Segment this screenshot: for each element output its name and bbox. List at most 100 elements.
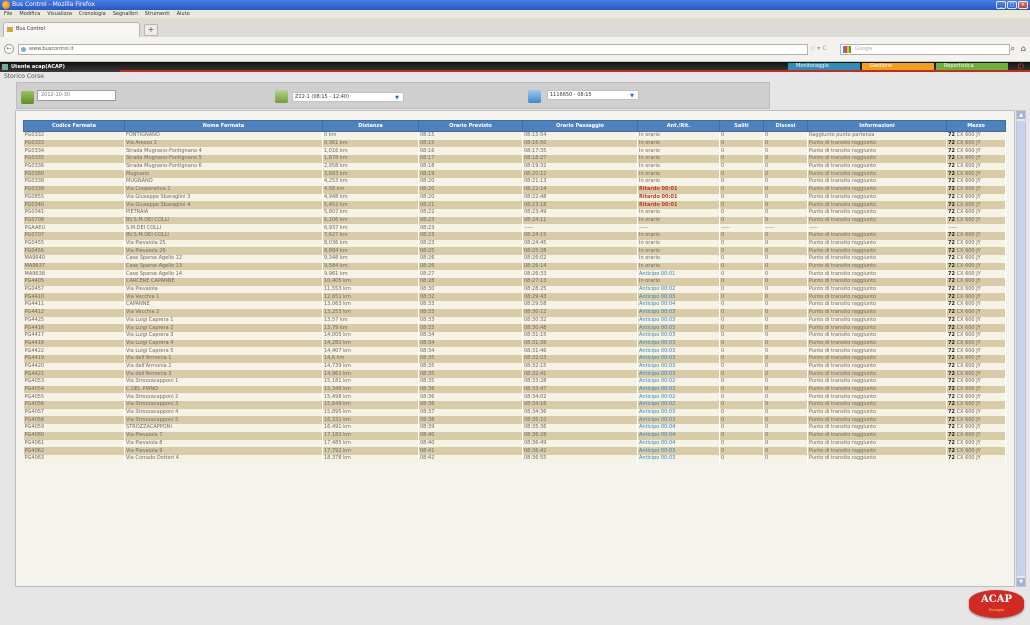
menu-visualizza[interactable]: Visualizza: [47, 10, 72, 18]
table-row[interactable]: PG0708 BV.S.M.DEI COLLI 6,206 km 08:23 08:24…: [23, 216, 1006, 225]
alighted-cell: 0: [763, 385, 808, 394]
table-row[interactable]: PGAAEU S.M.DEI COLLI 6,937 km 08:23 ----- ---…: [23, 224, 1006, 232]
stop-code-cell: PG0334: [23, 147, 125, 156]
table-row[interactable]: PG0332 FONTIGNANO 0 km 08:15 08:15:54 In orar…: [23, 131, 1006, 140]
column-header[interactable]: Orario Passaggio: [522, 120, 638, 132]
trip-select[interactable]: 1116650 - 08:15 ▼: [547, 90, 639, 100]
table-row[interactable]: PG0340 Via Giuseppe Sbaraglini 4 5,452 km 0…: [23, 201, 1006, 209]
table-row[interactable]: PG4417 Via Luigi Caprera 3 14,005 km 08:34 0…: [23, 331, 1006, 340]
stop-code-cell: PG4060: [23, 431, 125, 440]
column-header[interactable]: Mezzo: [946, 120, 1006, 132]
url-bar[interactable]: www.buscontrol.it: [18, 44, 808, 55]
search-icon[interactable]: ⌕: [1010, 44, 1014, 54]
column-header[interactable]: Saliti: [719, 120, 764, 132]
table-row[interactable]: PG0335 Strada Mugnano-Fontignano 5 1,878 k…: [23, 155, 1006, 163]
browser-tab[interactable]: Bus Control: [3, 22, 140, 37]
new-tab-button[interactable]: +: [144, 24, 158, 36]
passage-time-cell: 08:32:15: [522, 362, 638, 371]
table-row[interactable]: MA9640 Case Sparse Agello 12 9,348 km 08:26…: [23, 255, 1006, 263]
table-row[interactable]: PG4422 Via Luigi Caprera 5 14,407 km 08:34 0…: [23, 347, 1006, 355]
table-row[interactable]: PG4405 CARCERE CAPANNE 10,405 km 08:28 08:27…: [23, 278, 1006, 286]
tab-monitoraggio[interactable]: Monitoraggio: [788, 63, 860, 70]
menu-file[interactable]: File: [4, 10, 12, 18]
passage-time-cell: 08:19:32: [522, 162, 638, 171]
table-row[interactable]: PG0338 MUGNANO 4,253 km 08:20 08:21:13 In ora…: [23, 178, 1006, 186]
table-row[interactable]: PG4056 Via Strozzacapponi 3 15,649 km 08:36…: [23, 401, 1006, 409]
column-header[interactable]: Codice Fermata: [23, 120, 125, 132]
table-row[interactable]: PG0336 Strada Mugnano-Fontignano 6 2,958 k…: [23, 162, 1006, 171]
menu-cronologia[interactable]: Cronologia: [79, 10, 106, 18]
vehicle-cell: 72 CX 600 JY: [946, 331, 1006, 340]
table-row[interactable]: PG4418 Via Luigi Caprera 4 14,282 km 08:34 0…: [23, 339, 1006, 348]
table-row[interactable]: PG4419 Via dell'Armonia 1 14,6 km 08:35 08:3…: [23, 354, 1006, 363]
chevron-down-icon[interactable]: ▼: [395, 94, 399, 102]
scroll-thumb[interactable]: [1017, 121, 1025, 576]
table-row[interactable]: PG0456 Via Pievaiola 26 8,884 km 08:25 08:25…: [23, 247, 1006, 255]
table-row[interactable]: PG4057 Via Strozzacapponi 4 15,895 km 08:37…: [23, 408, 1006, 417]
table-row[interactable]: PG0333 Via Arezzo 2 0,361 km 08:15 08:16:50 I…: [23, 139, 1006, 148]
route-select[interactable]: Z12-1 (08:15 - 12:40) ▼: [292, 92, 404, 102]
vehicle-plate: CX 600 JY: [956, 347, 981, 354]
table-row[interactable]: MA9638 Case Sparse Agello 14 9,961 km 08:27…: [23, 270, 1006, 279]
table-row[interactable]: PG0707 BV.S.M.DEI COLLI 7,627 km 08:23 08:24…: [23, 231, 1006, 240]
table-row[interactable]: PG4062 Via Pievaiola 9 17,792 km 08:41 08:36…: [23, 447, 1006, 455]
vehicle-cell: 72 CX 600 JY: [946, 370, 1006, 378]
scroll-down-button[interactable]: ▼: [1017, 578, 1025, 586]
table-row[interactable]: MA9637 Case Sparse Agello 13 9,584 km 08:26…: [23, 262, 1006, 271]
menu-strumenti[interactable]: Strumenti: [145, 10, 170, 18]
table-scrollbar[interactable]: ▲ ▼: [1016, 110, 1026, 587]
table-row[interactable]: PG4054 C.DEL PIANO 15,348 km 08:36 08:33:47 A…: [23, 385, 1006, 394]
close-button[interactable]: ×: [1018, 1, 1028, 9]
table-row[interactable]: PG4411 CAPANNE 13,063 km 08:33 08:29:58 Antic…: [23, 301, 1006, 309]
table-row[interactable]: PG0341 PIETRAIA 5,807 km 08:22 08:23:49 In or…: [23, 208, 1006, 217]
date-field[interactable]: 2012-10-30: [37, 90, 116, 101]
menu-aiuto[interactable]: Aiuto: [177, 10, 190, 18]
table-row[interactable]: PG4055 Via Strozzacapponi 2 15,498 km 08:36…: [23, 393, 1006, 402]
table-row[interactable]: PG4416 Via Luigi Caprera 2 13,79 km 08:33 08…: [23, 324, 1006, 332]
table-row[interactable]: PG4058 Via Strozzacapponi 5 16,331 km 08:38…: [23, 416, 1006, 425]
passage-time-cell: 08:35:36: [522, 424, 638, 432]
column-header[interactable]: Distanza: [322, 120, 419, 132]
site-identity-icon[interactable]: [21, 47, 26, 52]
table-row[interactable]: PG0455 Via Pievaiola 25 8,036 km 08:23 08:24…: [23, 239, 1006, 248]
table-row[interactable]: PG4060 Via Pievaiola 7 17,182 km 08:40 08:36…: [23, 431, 1006, 440]
url-controls[interactable]: ☆ ▾ C: [810, 45, 826, 52]
tab-reportistica[interactable]: Reportistica: [936, 63, 1008, 70]
table-row[interactable]: PG4410 Via Vecchia 1 12,651 km 08:32 08:29:4…: [23, 293, 1006, 302]
table-row[interactable]: PG4421 Via dell'Armonia 3 14,961 km 08:35 08…: [23, 370, 1006, 378]
table-row[interactable]: PG4053 Via Strozzacapponi 1 15,181 km 08:35…: [23, 378, 1006, 386]
column-header[interactable]: Informazioni: [807, 120, 947, 132]
stop-name-cell: Via Strozzacapponi 4: [124, 408, 323, 417]
column-header[interactable]: Discesi: [763, 120, 808, 132]
table-row[interactable]: PG0855 Via Giuseppe Sbaraglini 3 4,948 km 0…: [23, 193, 1006, 202]
home-icon[interactable]: ⌂: [1021, 44, 1026, 54]
table-row[interactable]: PG0339 Via Cooperativa 2 4,58 km 08:20 08:22…: [23, 185, 1006, 194]
table-row[interactable]: PG0457 Via Pievaiola 11,553 km 08:30 08:28:2…: [23, 285, 1006, 294]
table-row[interactable]: PG4061 Via Pievaiola 8 17,485 km 08:40 08:36…: [23, 439, 1006, 448]
table-row[interactable]: PG4059 STROZZACAPPONI 16,491 km 08:39 08:35:…: [23, 424, 1006, 432]
table-row[interactable]: PG4425 Via Luigi Caprera 1 13,57 km 08:33 08…: [23, 316, 1006, 325]
scroll-up-button[interactable]: ▲: [1017, 111, 1025, 119]
chevron-down-icon[interactable]: ▼: [630, 92, 634, 100]
back-button[interactable]: ←: [4, 44, 14, 54]
column-header[interactable]: Orario Previsto: [418, 120, 523, 132]
calendar-icon[interactable]: [21, 91, 34, 104]
distance-cell: 7,627 km: [322, 231, 419, 240]
minimize-button[interactable]: _: [996, 1, 1006, 9]
column-header[interactable]: Ant./Rit.: [637, 120, 720, 132]
maximize-button[interactable]: □: [1007, 1, 1017, 9]
table-row[interactable]: PG4412 Via Vecchia 2 13,253 km 08:33 08:30:1…: [23, 308, 1006, 317]
column-header[interactable]: Nome Fermata: [124, 120, 323, 132]
table-row[interactable]: PG0334 Strada Mugnano-Fontignano 4 1,016 k…: [23, 147, 1006, 156]
power-icon[interactable]: ⏻: [1018, 62, 1024, 72]
vehicle-number: 72: [948, 432, 955, 439]
table-row[interactable]: PG4420 Via dell'Armonia 2 14,739 km 08:35 08…: [23, 362, 1006, 371]
table-row[interactable]: PG0360 Mugnano 3,683 km 08:19 08:20:12 In ora…: [23, 170, 1006, 179]
menu-segnalibri[interactable]: Segnalibri: [113, 10, 138, 18]
table-row[interactable]: PG4063 Via Corrado Dottori 4 18,378 km 08:4…: [23, 454, 1006, 463]
stop-name-cell: Via Strozzacapponi 2: [124, 393, 323, 402]
menu-modifica[interactable]: Modifica: [19, 10, 40, 18]
search-input[interactable]: Google: [840, 44, 1010, 55]
tab-gestione[interactable]: Gestione: [862, 63, 934, 70]
distance-cell: 5,807 km: [322, 208, 419, 217]
